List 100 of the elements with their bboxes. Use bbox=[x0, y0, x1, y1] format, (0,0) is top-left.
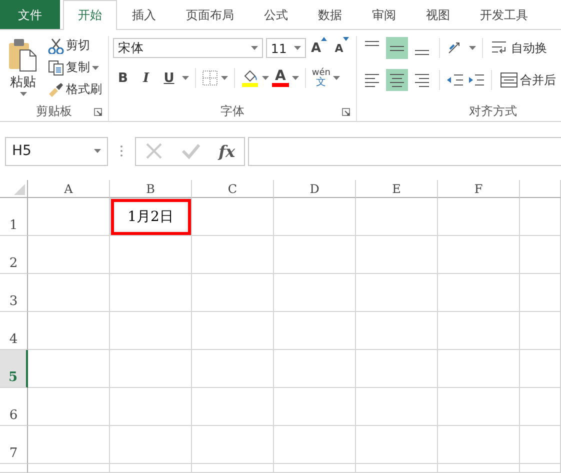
row-header[interactable]: 3 bbox=[0, 274, 28, 312]
table-cell[interactable] bbox=[274, 464, 356, 473]
table-cell[interactable] bbox=[110, 464, 192, 473]
column-header[interactable]: A bbox=[28, 180, 110, 198]
caret-icon[interactable] bbox=[92, 66, 99, 70]
drag-handle-icon[interactable] bbox=[120, 145, 123, 157]
caret-icon[interactable] bbox=[20, 92, 26, 96]
table-cell[interactable] bbox=[520, 198, 561, 236]
row-header[interactable]: 5 bbox=[0, 350, 28, 388]
table-cell[interactable] bbox=[356, 426, 438, 464]
table-cell[interactable] bbox=[28, 350, 110, 388]
font-size-dropdown[interactable]: 11 bbox=[266, 38, 306, 58]
checkmark-icon[interactable] bbox=[180, 142, 201, 160]
borders-icon[interactable] bbox=[202, 70, 218, 86]
font-name-dropdown[interactable]: 宋体 bbox=[113, 38, 263, 58]
table-cell[interactable] bbox=[192, 350, 274, 388]
paste-button[interactable]: 粘贴 bbox=[4, 36, 42, 101]
table-cell[interactable] bbox=[28, 464, 110, 473]
file-tab[interactable]: 文件 bbox=[0, 0, 60, 29]
underline-button[interactable]: U bbox=[159, 67, 179, 89]
table-cell[interactable] bbox=[356, 464, 438, 473]
caret-icon[interactable] bbox=[221, 76, 228, 80]
table-cell[interactable] bbox=[438, 350, 520, 388]
table-cell[interactable] bbox=[192, 198, 274, 236]
table-cell[interactable] bbox=[356, 312, 438, 350]
table-cell[interactable] bbox=[438, 312, 520, 350]
ribbon-tab[interactable]: 开发工具 bbox=[465, 0, 543, 29]
table-cell[interactable] bbox=[28, 426, 110, 464]
table-cell[interactable] bbox=[274, 426, 356, 464]
table-cell[interactable] bbox=[520, 426, 561, 464]
fill-color-icon[interactable] bbox=[241, 69, 259, 87]
table-cell[interactable] bbox=[356, 236, 438, 274]
table-cell[interactable] bbox=[192, 236, 274, 274]
caret-icon[interactable] bbox=[94, 149, 101, 153]
table-cell[interactable] bbox=[520, 236, 561, 274]
row-header[interactable]: 7 bbox=[0, 426, 28, 464]
caret-icon[interactable] bbox=[333, 76, 340, 80]
phonetic-button[interactable]: wén 文 bbox=[312, 68, 330, 88]
table-cell[interactable] bbox=[192, 464, 274, 473]
table-cell[interactable] bbox=[274, 388, 356, 426]
table-cell[interactable] bbox=[356, 350, 438, 388]
column-header[interactable]: B bbox=[110, 180, 192, 198]
table-cell[interactable] bbox=[274, 312, 356, 350]
caret-icon[interactable] bbox=[250, 46, 258, 50]
ribbon-tab[interactable]: 数据 bbox=[303, 0, 357, 29]
table-cell[interactable] bbox=[28, 312, 110, 350]
table-cell[interactable] bbox=[438, 464, 520, 473]
table-cell[interactable] bbox=[438, 236, 520, 274]
middle-align-button[interactable] bbox=[386, 37, 408, 59]
caret-icon[interactable] bbox=[182, 76, 189, 80]
table-cell[interactable] bbox=[356, 274, 438, 312]
table-cell[interactable] bbox=[192, 274, 274, 312]
table-cell[interactable] bbox=[28, 198, 110, 236]
row-header[interactable] bbox=[0, 464, 28, 473]
format-painter-button[interactable]: 格式刷 bbox=[46, 80, 104, 99]
row-header[interactable]: 1 bbox=[0, 198, 28, 236]
insert-function-button[interactable]: fx bbox=[218, 142, 236, 160]
ribbon-tab[interactable]: 页面布局 bbox=[171, 0, 249, 29]
caret-icon[interactable] bbox=[262, 76, 269, 80]
column-header[interactable]: F bbox=[438, 180, 520, 198]
caret-icon[interactable] bbox=[294, 46, 301, 50]
table-cell[interactable] bbox=[520, 388, 561, 426]
select-all-triangle-icon[interactable] bbox=[14, 184, 25, 195]
table-cell[interactable] bbox=[192, 426, 274, 464]
table-cell[interactable] bbox=[274, 198, 356, 236]
table-cell[interactable] bbox=[274, 274, 356, 312]
formula-input[interactable] bbox=[248, 136, 561, 166]
table-cell[interactable] bbox=[28, 388, 110, 426]
table-cell[interactable] bbox=[110, 350, 192, 388]
merge-center-button[interactable]: 合并后 bbox=[498, 70, 558, 90]
caret-icon[interactable] bbox=[292, 76, 299, 80]
wrap-text-button[interactable]: 自动换 bbox=[489, 38, 549, 58]
bold-button[interactable]: B bbox=[113, 67, 133, 89]
column-header[interactable] bbox=[520, 180, 561, 198]
table-cell[interactable] bbox=[438, 198, 520, 236]
table-cell[interactable] bbox=[520, 274, 561, 312]
table-cell[interactable] bbox=[438, 388, 520, 426]
dialog-launcher-icon[interactable] bbox=[94, 108, 102, 116]
column-header[interactable]: D bbox=[274, 180, 356, 198]
column-header[interactable]: E bbox=[356, 180, 438, 198]
ribbon-tab[interactable]: 插入 bbox=[117, 0, 171, 29]
table-cell[interactable] bbox=[438, 426, 520, 464]
row-header[interactable]: 6 bbox=[0, 388, 28, 426]
table-cell[interactable] bbox=[110, 312, 192, 350]
cancel-icon[interactable] bbox=[144, 142, 163, 160]
shrink-font-button[interactable]: A bbox=[332, 37, 352, 59]
table-cell[interactable] bbox=[520, 464, 561, 473]
table-cell[interactable]: 1月2日 bbox=[110, 198, 192, 236]
decrease-indent-icon[interactable] bbox=[446, 73, 464, 87]
cut-button[interactable]: 剪切 bbox=[46, 36, 104, 55]
table-cell[interactable] bbox=[274, 236, 356, 274]
table-cell[interactable] bbox=[192, 388, 274, 426]
table-cell[interactable] bbox=[110, 274, 192, 312]
row-header[interactable]: 2 bbox=[0, 236, 28, 274]
ribbon-tab[interactable]: 审阅 bbox=[357, 0, 411, 29]
table-cell[interactable] bbox=[110, 388, 192, 426]
ribbon-tab[interactable]: 公式 bbox=[249, 0, 303, 29]
table-cell[interactable] bbox=[520, 350, 561, 388]
caret-icon[interactable] bbox=[469, 46, 476, 50]
font-color-button[interactable]: A bbox=[272, 69, 289, 87]
